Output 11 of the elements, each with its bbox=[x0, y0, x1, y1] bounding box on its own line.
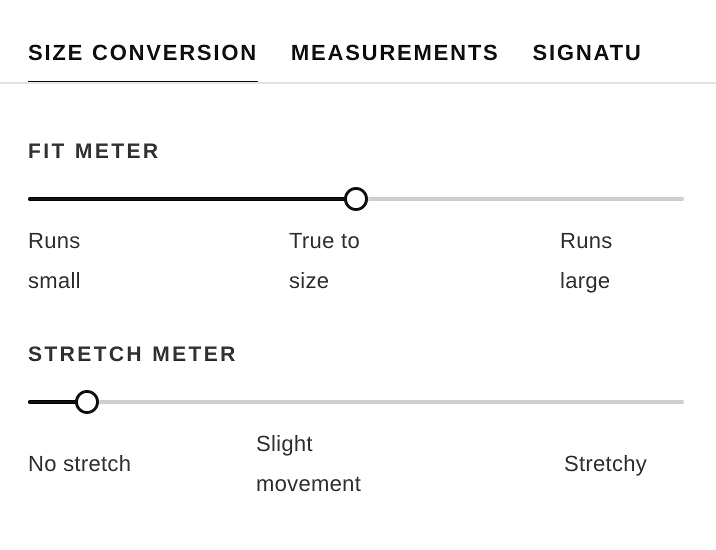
tab[interactable]: MEASUREMENTS bbox=[290, 0, 500, 82]
meter-title: FIT METER bbox=[28, 140, 162, 164]
tab[interactable]: SIZE CONVERSION bbox=[28, 0, 258, 82]
scale-label: Slight movement bbox=[256, 430, 362, 498]
scale-label: Runs small bbox=[28, 227, 82, 295]
tab[interactable]: SIGNATU bbox=[532, 0, 643, 82]
scale-label: No stretch bbox=[28, 450, 132, 478]
scale-label: True to size bbox=[289, 227, 361, 295]
scale-label: Stretchy bbox=[564, 450, 648, 478]
scale-label: Runs large bbox=[560, 227, 614, 295]
meter-title: STRETCH METER bbox=[28, 343, 239, 367]
